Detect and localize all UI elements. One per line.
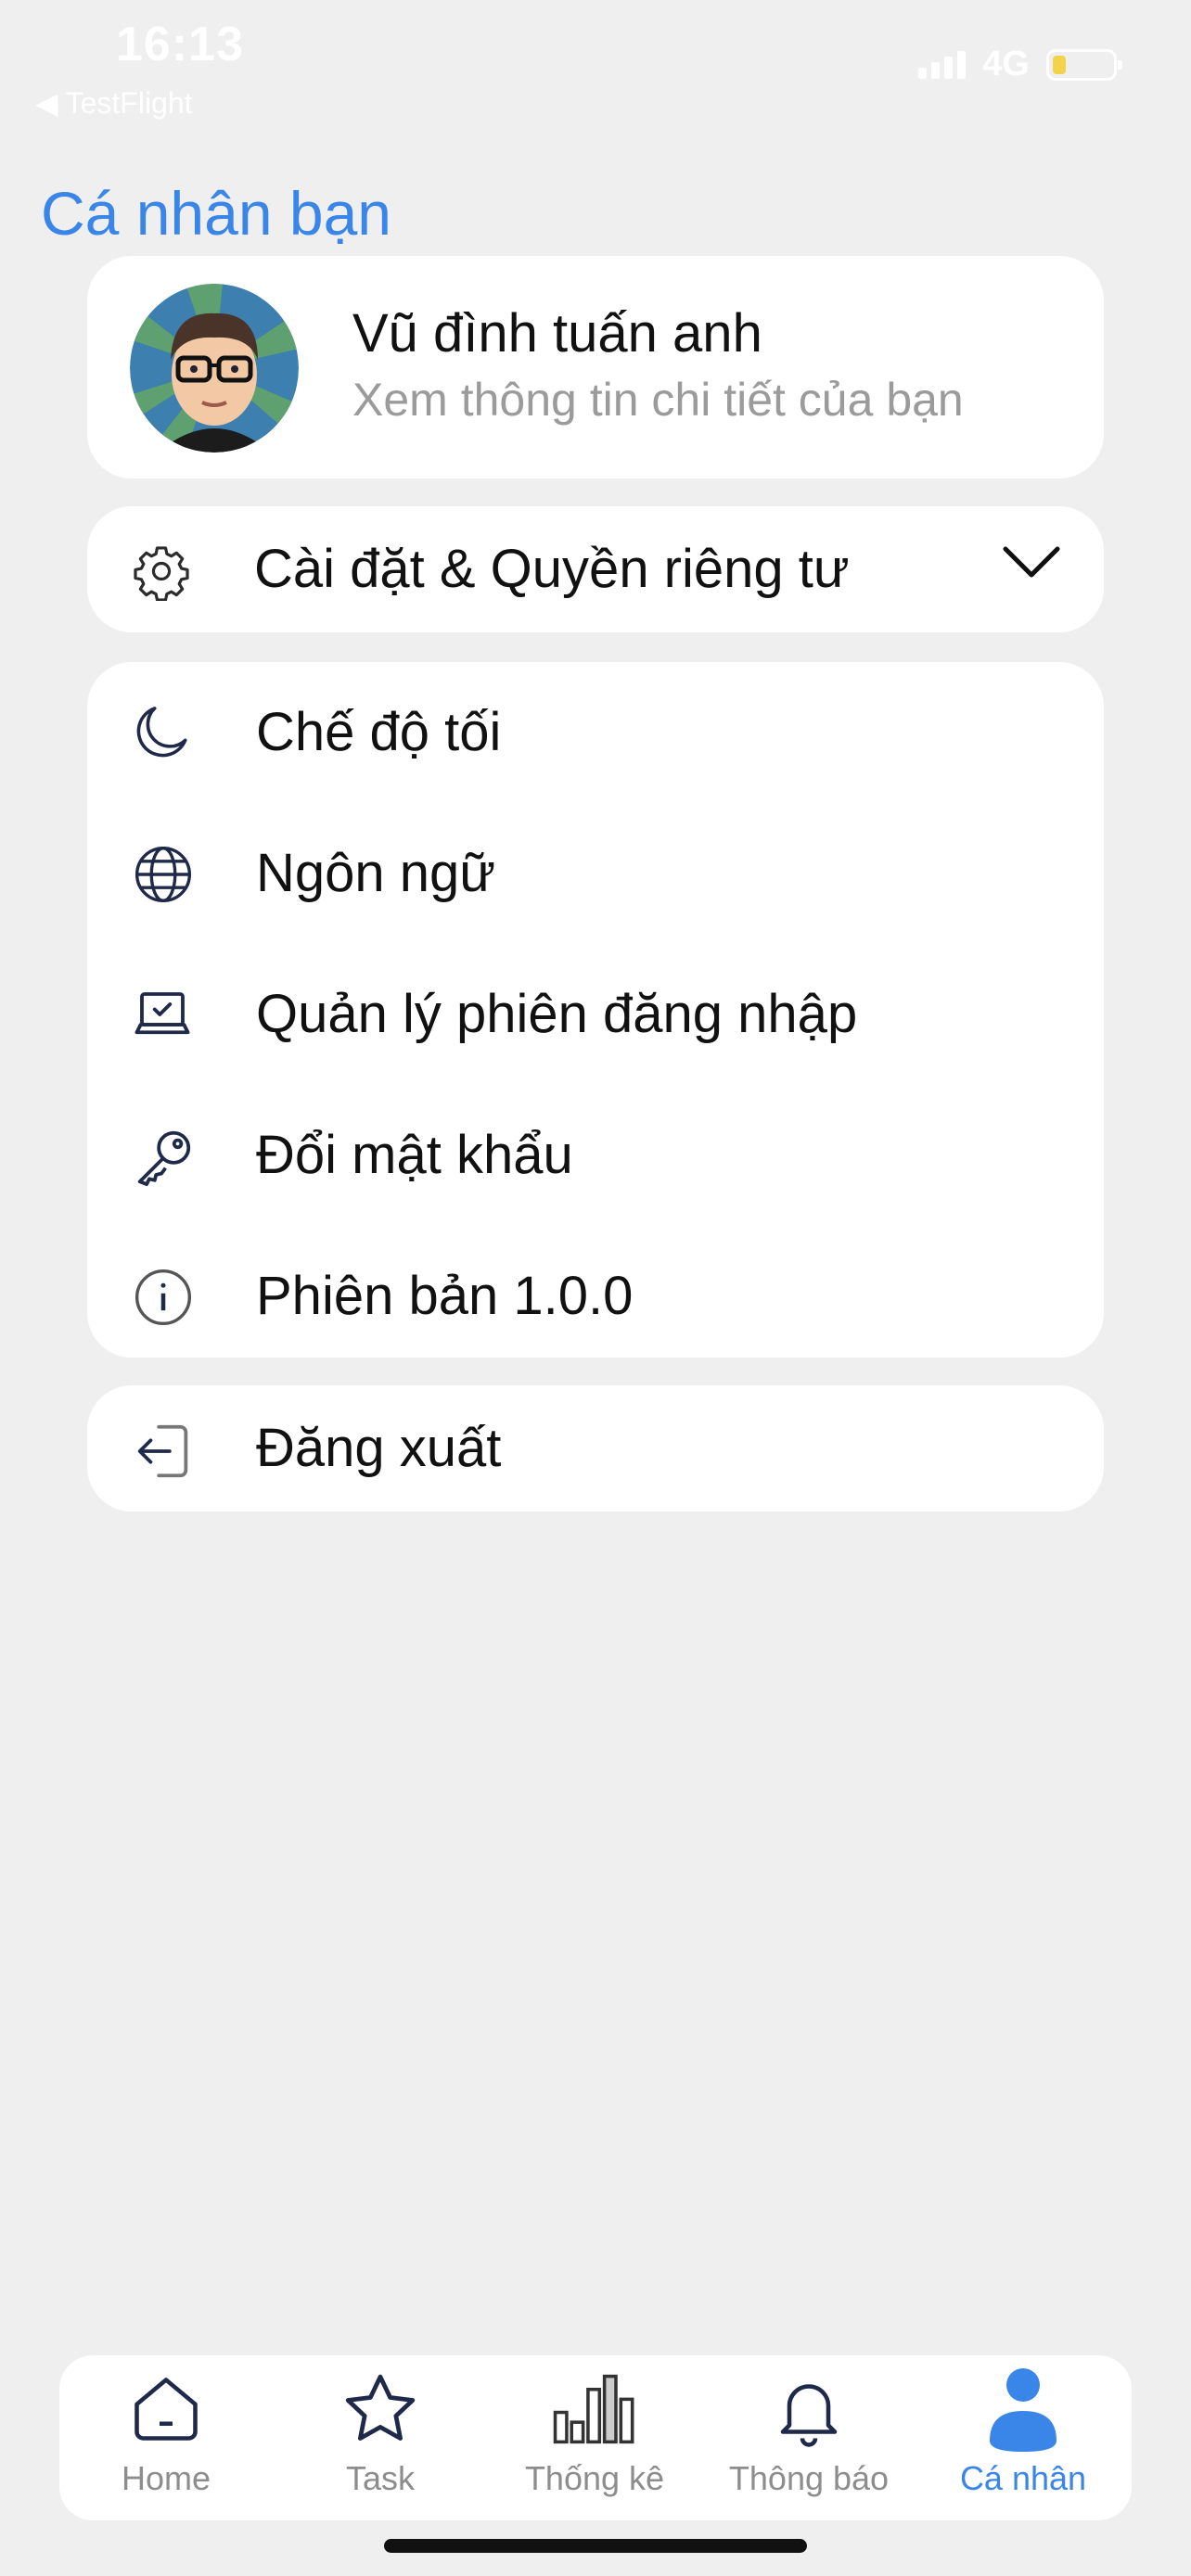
cellular-signal-icon (918, 50, 967, 79)
back-to-testflight-link[interactable]: ◀ TestFlight (35, 85, 193, 121)
settings-privacy-label: Cài đặt & Quyền riêng tư (254, 539, 850, 599)
page-title: Cá nhân bạn (41, 179, 391, 248)
battery-icon (1046, 48, 1122, 81)
bell-icon (770, 2366, 848, 2452)
settings-privacy-toggle[interactable]: Cài đặt & Quyền riêng tư (87, 506, 1104, 632)
tab-label: Home (121, 2459, 211, 2497)
tab-task[interactable]: Task (274, 2355, 487, 2520)
status-indicators: 4G (918, 45, 1122, 84)
tab-label: Thông báo (728, 2459, 890, 2497)
chevron-down-icon[interactable] (1002, 543, 1061, 585)
tab-notifications[interactable]: Thông báo (702, 2355, 916, 2520)
menu-item-language[interactable]: Ngôn ngữ (87, 803, 1104, 944)
logout-icon (132, 1419, 197, 1488)
profile-subtitle: Xem thông tin chi tiết của bạn (352, 374, 964, 426)
menu-item-label: Quản lý phiên đăng nhập (256, 984, 858, 1044)
logout-button[interactable]: Đăng xuất (87, 1385, 1104, 1511)
gear-icon (132, 542, 191, 606)
tab-label: Task (345, 2459, 416, 2497)
settings-menu: Chế độ tối Ngôn ngữ Quản lý phiên đăng n… (87, 662, 1104, 1358)
back-triangle-icon: ◀ (35, 86, 58, 120)
info-icon (132, 1266, 195, 1333)
bottom-tab-bar: Home Task Thống kê Thông báo Cá nhân (59, 2355, 1132, 2520)
menu-item-label: Ngôn ngữ (256, 843, 496, 903)
globe-icon (132, 843, 195, 911)
laptop-check-icon (132, 984, 193, 1050)
key-icon (132, 1125, 197, 1194)
menu-item-dark-mode[interactable]: Chế độ tối (87, 662, 1104, 803)
tab-profile[interactable]: Cá nhân (916, 2355, 1130, 2520)
network-type: 4G (982, 45, 1030, 83)
menu-item-change-password[interactable]: Đổi mật khẩu (87, 1085, 1104, 1226)
tab-home[interactable]: Home (59, 2355, 273, 2520)
logout-label: Đăng xuất (256, 1418, 502, 1478)
menu-item-label: Đổi mật khẩu (256, 1125, 573, 1185)
menu-item-label: Chế độ tối (256, 702, 502, 762)
avatar (130, 284, 299, 453)
star-icon (339, 2366, 421, 2452)
home-indicator (384, 2539, 807, 2553)
profile-name: Vũ đình tuấn anh (352, 303, 762, 363)
tab-label: Thống kê (524, 2459, 665, 2497)
person-icon (986, 2366, 1060, 2452)
status-time: 16:13 (116, 18, 244, 71)
profile-card[interactable]: Vũ đình tuấn anh Xem thông tin chi tiết … (87, 256, 1104, 478)
menu-item-label: Phiên bản 1.0.0 (256, 1266, 634, 1326)
moon-icon (132, 702, 193, 768)
back-app-label: TestFlight (65, 85, 193, 120)
chart-icon (552, 2366, 637, 2452)
tab-label: Cá nhân (959, 2459, 1087, 2497)
menu-item-session-management[interactable]: Quản lý phiên đăng nhập (87, 944, 1104, 1085)
tab-statistics[interactable]: Thống kê (488, 2355, 701, 2520)
home-icon (127, 2366, 205, 2452)
menu-item-version: Phiên bản 1.0.0 (87, 1226, 1104, 1367)
